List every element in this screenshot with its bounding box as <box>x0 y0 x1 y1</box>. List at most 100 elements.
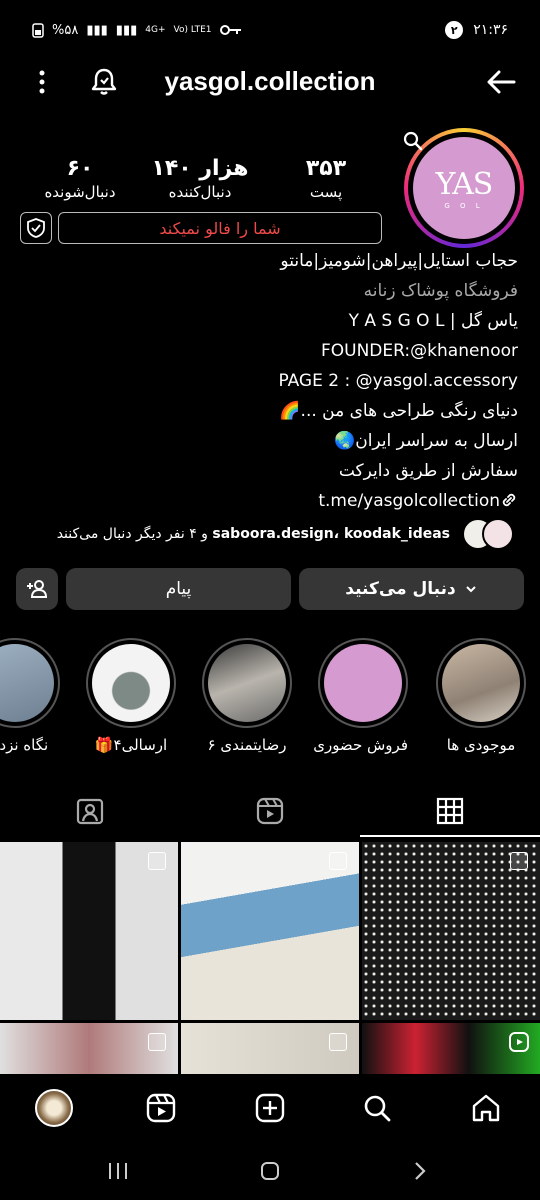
select-checkbox[interactable] <box>148 852 166 870</box>
back-arrow-icon[interactable] <box>484 68 518 96</box>
select-checkbox[interactable] <box>329 1033 347 1051</box>
followers-stat[interactable]: ۱۴۰ هزار دنبال‌کننده <box>150 156 250 201</box>
highlight-label: ارسالی۴🎁 <box>94 736 168 754</box>
highlight-image <box>442 644 520 722</box>
bio-link[interactable]: t.me/yasgolcollection <box>18 486 518 516</box>
select-checkbox[interactable] <box>148 1033 166 1051</box>
chevron-right-icon <box>415 1162 426 1180</box>
posts-label: پست <box>309 183 343 201</box>
bottom-navigation <box>0 1074 540 1140</box>
posts-count: ۳۵۳ <box>305 156 347 181</box>
nav-create[interactable] <box>250 1088 290 1128</box>
logo-sub: G O L <box>444 201 484 210</box>
nav-profile[interactable] <box>34 1088 74 1128</box>
bio-founder[interactable]: FOUNDER:@khanenoor <box>18 336 518 366</box>
followed-by-text: saboora.design، koodak_ideas و ۴ نفر دیگ… <box>57 526 450 542</box>
nav-home[interactable] <box>466 1088 506 1128</box>
nav-reels[interactable] <box>141 1088 181 1128</box>
not-following-you-badge: شما را فالو نمیکند <box>58 212 382 244</box>
avatar-logo: YAS G O L <box>413 137 515 239</box>
following-count: ۶۰ <box>66 156 94 181</box>
highlight-item[interactable]: رضایتمندی ۶ <box>202 638 292 754</box>
battery-icon <box>32 23 44 38</box>
tab-grid[interactable] <box>360 784 540 838</box>
create-icon <box>255 1093 285 1123</box>
notification-bell-icon[interactable] <box>90 66 118 96</box>
home-button[interactable] <box>250 1156 290 1186</box>
search-icon <box>364 1095 391 1122</box>
key-icon <box>219 25 241 35</box>
add-user-icon <box>27 580 48 598</box>
following-label: دنبال‌شونده <box>44 183 116 201</box>
tagged-icon <box>76 798 104 825</box>
network-type: 4G+ <box>145 25 166 35</box>
avatar <box>482 518 514 550</box>
message-button[interactable]: پیام <box>66 568 291 610</box>
post-thumbnail[interactable] <box>362 842 540 1020</box>
reel-indicator-icon <box>509 1032 529 1052</box>
highlight-label: فروش حضوری <box>313 736 408 754</box>
link-text[interactable]: t.me/yasgolcollection <box>318 491 500 511</box>
posts-stat[interactable]: ۳۵۳ پست <box>296 156 356 201</box>
tab-tagged[interactable] <box>0 784 180 838</box>
clock: ۲۱:۳۶ <box>473 22 508 38</box>
more-options-icon[interactable] <box>32 68 52 96</box>
recent-apps-button[interactable] <box>98 1156 138 1186</box>
add-user-button[interactable] <box>16 568 58 610</box>
grid-icon <box>436 797 464 825</box>
shield-icon <box>27 218 45 238</box>
bio-category: فروشگاه پوشاک زنانه <box>363 281 518 301</box>
bio-line5: ارسال به سراسر ایران🌏 <box>334 431 518 451</box>
back-button[interactable] <box>400 1156 440 1186</box>
highlight-image <box>208 644 286 722</box>
home-icon <box>472 1094 500 1122</box>
post-thumbnail[interactable] <box>0 842 178 1020</box>
followed-by-users: saboora.design، koodak_ideas <box>212 526 450 542</box>
highlight-image <box>324 644 402 722</box>
followers-label: دنبال‌کننده <box>168 183 232 201</box>
highlight-item[interactable]: ارسالی۴🎁 <box>86 638 176 754</box>
post-thumbnail[interactable] <box>362 1023 540 1074</box>
following-stat[interactable]: ۶۰ دنبال‌شونده <box>30 156 130 201</box>
highlight-item[interactable]: فروش حضوری <box>313 638 408 754</box>
following-button[interactable]: دنبال می‌کنید <box>299 568 524 610</box>
select-checkbox[interactable] <box>510 852 528 870</box>
highlight-item[interactable]: موجودی ها <box>436 638 526 754</box>
bio-page2[interactable]: PAGE 2 : @yasgol.accessory <box>18 366 518 396</box>
profile-avatar-icon <box>35 1089 73 1127</box>
tab-reels[interactable] <box>180 784 360 838</box>
bio-line4: دنیای رنگی طراحی های من ...🌈 <box>279 401 518 421</box>
notification-badge: ۲ <box>445 21 464 39</box>
profile-tabs <box>0 784 540 840</box>
chevron-down-icon <box>465 586 476 593</box>
battery-text: %۵۸ <box>52 22 79 38</box>
nav-search[interactable] <box>357 1088 397 1128</box>
shield-button[interactable] <box>20 212 52 244</box>
status-bar: %۵۸ ▮▮▮ ▮▮▮ 4G+ Vo) LTE1 ۲ ۲۱:۳۶ <box>0 0 540 60</box>
signal-icon: ▮▮▮ <box>86 22 108 38</box>
bio-name: حجاب استایل|پیراهن|شومیز|مانتو <box>280 251 518 271</box>
select-checkbox[interactable] <box>329 852 347 870</box>
highlight-label: رضایتمندی ۶ <box>207 736 287 754</box>
reels-icon <box>146 1093 176 1123</box>
followed-by-suffix: و ۴ نفر دیگر دنبال می‌کنند <box>56 526 208 542</box>
profile-header: yasgol.collection <box>0 58 540 108</box>
highlight-item[interactable]: نگاه نزدیک <box>0 638 60 754</box>
post-thumbnail[interactable] <box>181 842 359 1020</box>
bio-line1: یاس گل | Y A S G O L <box>348 311 518 331</box>
post-thumbnail[interactable] <box>181 1023 359 1074</box>
followed-by-avatars <box>460 516 520 552</box>
home-square-icon <box>261 1162 279 1180</box>
bio-line6: سفارش از طریق دایرکت <box>338 461 518 481</box>
followed-by-row[interactable]: saboora.design، koodak_ideas و ۴ نفر دیگ… <box>36 516 520 552</box>
logo-text: YAS <box>435 166 494 202</box>
volte-label: Vo) LTE1 <box>173 25 212 35</box>
post-thumbnail[interactable] <box>0 1023 178 1074</box>
search-icon[interactable] <box>402 130 424 152</box>
bio-section: حجاب استایل|پیراهن|شومیز|مانتو فروشگاه پ… <box>18 246 518 516</box>
link-icon <box>502 493 516 507</box>
following-label: دنبال می‌کنید <box>345 579 456 599</box>
highlight-label: نگاه نزدیک <box>0 736 49 754</box>
active-tab-indicator <box>360 835 540 837</box>
followers-count: ۱۴۰ هزار <box>151 156 249 181</box>
